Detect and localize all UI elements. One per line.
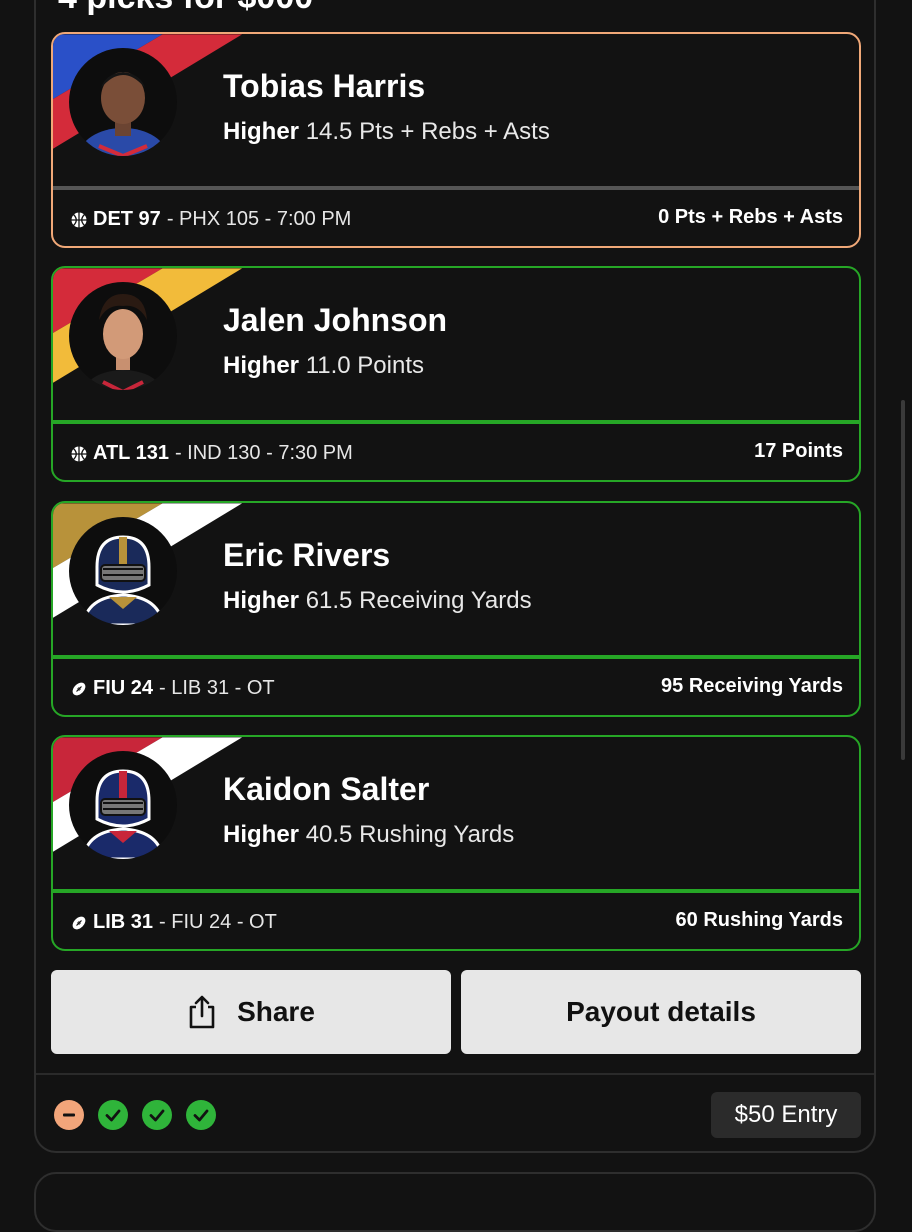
player-name: Tobias Harris <box>223 68 426 104</box>
pick-direction: Higher <box>223 587 300 614</box>
football-icon <box>72 682 86 695</box>
basketball-icon <box>71 212 87 227</box>
entry-amount-badge: $50 Entry <box>711 1092 861 1138</box>
pick-card-eric-rivers[interactable]: Eric Rivers Higher 61.5 Receiving Yards … <box>51 501 861 717</box>
player-avatar <box>69 751 177 859</box>
pick-stat: 40.5 Rushing Yards <box>305 821 515 848</box>
pick-line: Higher 40.5 Rushing Yards <box>223 821 514 849</box>
payout-label: Payout details <box>566 996 756 1027</box>
pick-result: 60 Rushing Yards <box>675 909 843 931</box>
game-team1: LIB 31 <box>93 911 154 933</box>
pick-line: Higher 11.0 Points <box>223 352 424 380</box>
share-icon <box>189 995 215 1029</box>
pick-card-kaidon-salter[interactable]: Kaidon Salter Higher 40.5 Rushing Yards … <box>51 735 861 951</box>
football-icon <box>72 916 86 929</box>
card-divider <box>53 889 859 893</box>
card-divider <box>53 420 859 424</box>
share-label: Share <box>237 996 315 1027</box>
pick-result: 17 Points <box>754 440 843 462</box>
pick-card-jalen-johnson[interactable]: Jalen Johnson Higher 11.0 Points ATL 131… <box>51 266 861 482</box>
pick-result: 0 Pts + Rebs + Asts <box>658 206 843 228</box>
win-status-icon <box>186 1100 216 1130</box>
football-player-silhouette-icon <box>81 535 165 625</box>
payout-details-button[interactable]: Payout details <box>461 970 861 1054</box>
pick-direction: Higher <box>223 821 300 848</box>
basketball-icon <box>71 446 87 461</box>
pick-stat: 61.5 Receiving Yards <box>305 587 532 614</box>
game-info: DET 97 - PHX 105 - 7:00 PM <box>71 208 351 231</box>
player-name: Kaidon Salter <box>223 771 430 807</box>
game-team1: FIU 24 <box>93 677 154 699</box>
pick-line: Higher 61.5 Receiving Yards <box>223 587 532 615</box>
card-divider <box>53 186 859 190</box>
win-status-icon <box>142 1100 172 1130</box>
player-avatar <box>69 517 177 625</box>
pick-direction: Higher <box>223 118 300 145</box>
player-name: Jalen Johnson <box>223 302 448 338</box>
game-info: FIU 24 - LIB 31 - OT <box>71 677 275 700</box>
pick-card-tobias-harris[interactable]: Tobias Harris Higher 14.5 Pts + Rebs + A… <box>51 32 861 248</box>
football-player-silhouette-icon <box>81 769 165 859</box>
game-rest: - PHX 105 - 7:00 PM <box>166 208 352 230</box>
next-entry-card <box>34 1172 876 1232</box>
pick-stat: 14.5 Pts + Rebs + Asts <box>305 118 550 145</box>
card-divider <box>53 655 859 659</box>
player-name: Eric Rivers <box>223 537 391 573</box>
game-info: ATL 131 - IND 130 - 7:30 PM <box>71 442 353 465</box>
pick-status-row <box>54 1100 216 1130</box>
push-status-icon <box>54 1100 84 1130</box>
win-status-icon <box>98 1100 128 1130</box>
entry-title: 4 picks for $000 <box>58 0 313 17</box>
player-avatar <box>69 48 177 156</box>
divider <box>36 1073 874 1075</box>
scrollbar[interactable] <box>901 400 905 760</box>
game-rest: - IND 130 - 7:30 PM <box>174 442 353 464</box>
game-rest: - FIU 24 - OT <box>159 911 277 933</box>
game-team1: ATL 131 <box>93 442 169 464</box>
pick-result: 95 Receiving Yards <box>661 675 843 697</box>
share-button[interactable]: Share <box>51 970 451 1054</box>
player-avatar <box>69 282 177 390</box>
game-info: LIB 31 - FIU 24 - OT <box>71 911 277 934</box>
pick-line: Higher 14.5 Pts + Rebs + Asts <box>223 118 550 146</box>
game-rest: - LIB 31 - OT <box>159 677 275 699</box>
pick-direction: Higher <box>223 352 300 379</box>
pick-stat: 11.0 Points <box>305 352 424 379</box>
game-team1: DET 97 <box>93 208 161 230</box>
